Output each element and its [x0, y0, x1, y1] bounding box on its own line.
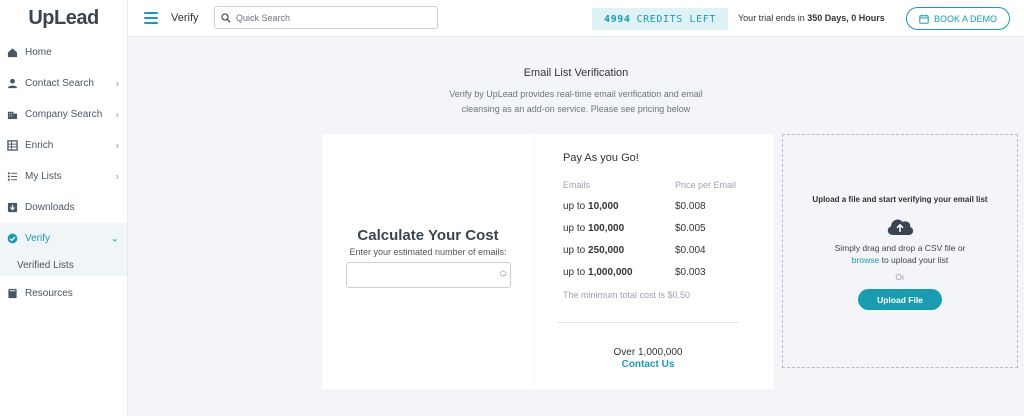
subtitle-line-2: cleansing as an add-on service. Please s… [461, 104, 691, 114]
trial-status: Your trial ends in 350 Days, 0 Hours [738, 13, 885, 23]
search-icon [221, 12, 231, 23]
calculator-title: Calculate Your Cost [357, 227, 499, 244]
sidebar-item-label: Downloads [25, 202, 75, 213]
sidebar-item-label: My Lists [25, 171, 62, 182]
pricing-row-price: $0.003 [675, 267, 706, 278]
sidebar-item-home[interactable]: Home [0, 37, 127, 68]
logo-lead-text: Lead [53, 7, 99, 29]
pricing-row-value: 100,000 [588, 223, 625, 234]
upload-text-line-1: Simply drag and drop a CSV file or [834, 243, 966, 253]
pricing-row-prefix: up to [563, 201, 586, 212]
upload-text-rest: to upload your list [881, 255, 949, 265]
download-icon [7, 202, 18, 213]
sidebar-item-resources[interactable]: Resources [0, 278, 127, 309]
book-icon [8, 288, 17, 299]
pricing-row-prefix: up to [563, 245, 586, 256]
page-title: Email List Verification [523, 67, 629, 79]
pricing-row-value: 10,000 [588, 201, 619, 212]
chevron-down-icon[interactable]: ﹀ [499, 275, 507, 283]
sidebar-item-verify[interactable]: Verify ⌄ [0, 223, 127, 254]
upload-instructions: Simply drag and drop a CSV file or brows… [783, 242, 1017, 266]
chevron-right-icon: › [115, 140, 119, 151]
pricing-divider [557, 322, 739, 323]
cloud-upload-icon [887, 219, 914, 235]
page-label: Verify [171, 12, 199, 24]
sidebar-item-label: Enrich [25, 140, 54, 151]
building-icon [7, 111, 18, 120]
pricing-row-value: 250,000 [588, 245, 625, 256]
contact-us-link[interactable]: Contact Us [535, 359, 761, 370]
upload-title: Upload a file and start verifying your e… [812, 195, 988, 204]
sidebar-item-label: Resources [25, 288, 73, 299]
logo-up-text: Up [28, 7, 54, 29]
email-count-input[interactable]: ︿ ﹀ [346, 262, 511, 288]
calculator-subtitle: Enter your estimated number of emails: [349, 247, 507, 257]
pricing-row-amount: up to 10,000 [563, 201, 619, 212]
uplead-logo[interactable]: Up Lead [0, 0, 127, 37]
sidebar-item-label: Company Search [25, 109, 103, 120]
price-column-header: Price per Email [675, 180, 737, 190]
sidebar-item-company-search[interactable]: Company Search › [0, 99, 127, 130]
search-input[interactable] [236, 12, 426, 23]
minimum-cost-note: The minimum total cost is $0.50 [563, 290, 691, 300]
sidebar-item-label: Contact Search [25, 78, 94, 89]
person-icon [7, 78, 18, 89]
pricing-row-price: $0.004 [675, 245, 706, 256]
quick-search[interactable] [214, 6, 438, 29]
check-circle-icon [7, 233, 18, 244]
home-icon [7, 48, 18, 58]
sidebar-nav: Home Contact Search › Company Search › E… [0, 37, 127, 309]
sidebar-item-downloads[interactable]: Downloads [0, 192, 127, 223]
number-stepper[interactable]: ︿ ﹀ [499, 267, 507, 283]
sidebar-item-label: Home [25, 47, 52, 58]
over-million-label: Over 1,000,000 [613, 347, 683, 358]
subtitle-line-1: Verify by UpLead provides real-time emai… [449, 89, 703, 99]
pricing-row-amount: up to 250,000 [563, 245, 624, 256]
credits-badge: 4994 CREDITS LEFT [592, 8, 728, 30]
hamburger-menu-icon[interactable] [144, 12, 158, 24]
sidebar-item-contact-search[interactable]: Contact Search › [0, 68, 127, 99]
book-demo-button[interactable]: BOOK A DEMO [906, 7, 1010, 30]
pricing-row-price: $0.008 [675, 201, 706, 212]
chevron-right-icon: › [115, 109, 119, 120]
credits-count: 4994 [604, 13, 631, 25]
book-demo-label: BOOK A DEMO [933, 13, 998, 24]
trial-value: 350 Days, 0 Hours [807, 13, 885, 23]
pricing-row-price: $0.005 [675, 223, 706, 234]
or-separator: Or [895, 272, 905, 282]
pricing-title: Pay As you Go! [563, 152, 639, 164]
chevron-up-icon[interactable]: ︿ [499, 267, 507, 275]
upload-dropzone[interactable]: Upload a file and start verifying your e… [782, 134, 1018, 368]
page-subtitle: Verify by UpLead provides real-time emai… [128, 87, 1024, 117]
chevron-right-icon: › [115, 171, 119, 182]
calendar-icon [919, 14, 929, 24]
chevron-down-icon: ⌄ [110, 233, 119, 244]
sidebar-item-enrich[interactable]: Enrich › [0, 130, 127, 161]
upload-text-line-2: browse to upload your list [783, 254, 1017, 266]
emails-column-header: Emails [563, 180, 591, 190]
top-header: Verify 4994 CREDITS LEFT Your trial ends … [128, 0, 1024, 37]
table-icon [7, 140, 18, 151]
sidebar-subitem-verified-lists[interactable]: Verified Lists [0, 254, 127, 276]
trial-prefix: Your trial ends in [738, 13, 805, 23]
pricing-row-amount: up to 1,000,000 [563, 267, 633, 278]
credits-label: CREDITS LEFT [636, 13, 716, 25]
chevron-right-icon: › [115, 78, 119, 89]
pricing-row-prefix: up to [563, 223, 586, 234]
pricing-card: Pay As you Go! Emails Price per Email up… [535, 134, 774, 389]
sidebar-subitem-label: Verified Lists [17, 259, 74, 271]
pricing-row-prefix: up to [563, 267, 586, 278]
sidebar-item-my-lists[interactable]: My Lists › [0, 161, 127, 192]
sidebar: Up Lead Home Contact Search › Company Sea… [0, 0, 128, 416]
calculator-card: Calculate Your Cost Enter your estimated… [322, 134, 534, 389]
list-icon [7, 172, 18, 181]
pricing-row-value: 1,000,000 [588, 267, 633, 278]
browse-link[interactable]: browse [852, 255, 879, 265]
pricing-row-amount: up to 100,000 [563, 223, 624, 234]
sidebar-item-label: Verify [25, 233, 51, 244]
upload-file-button[interactable]: Upload File [858, 289, 942, 310]
